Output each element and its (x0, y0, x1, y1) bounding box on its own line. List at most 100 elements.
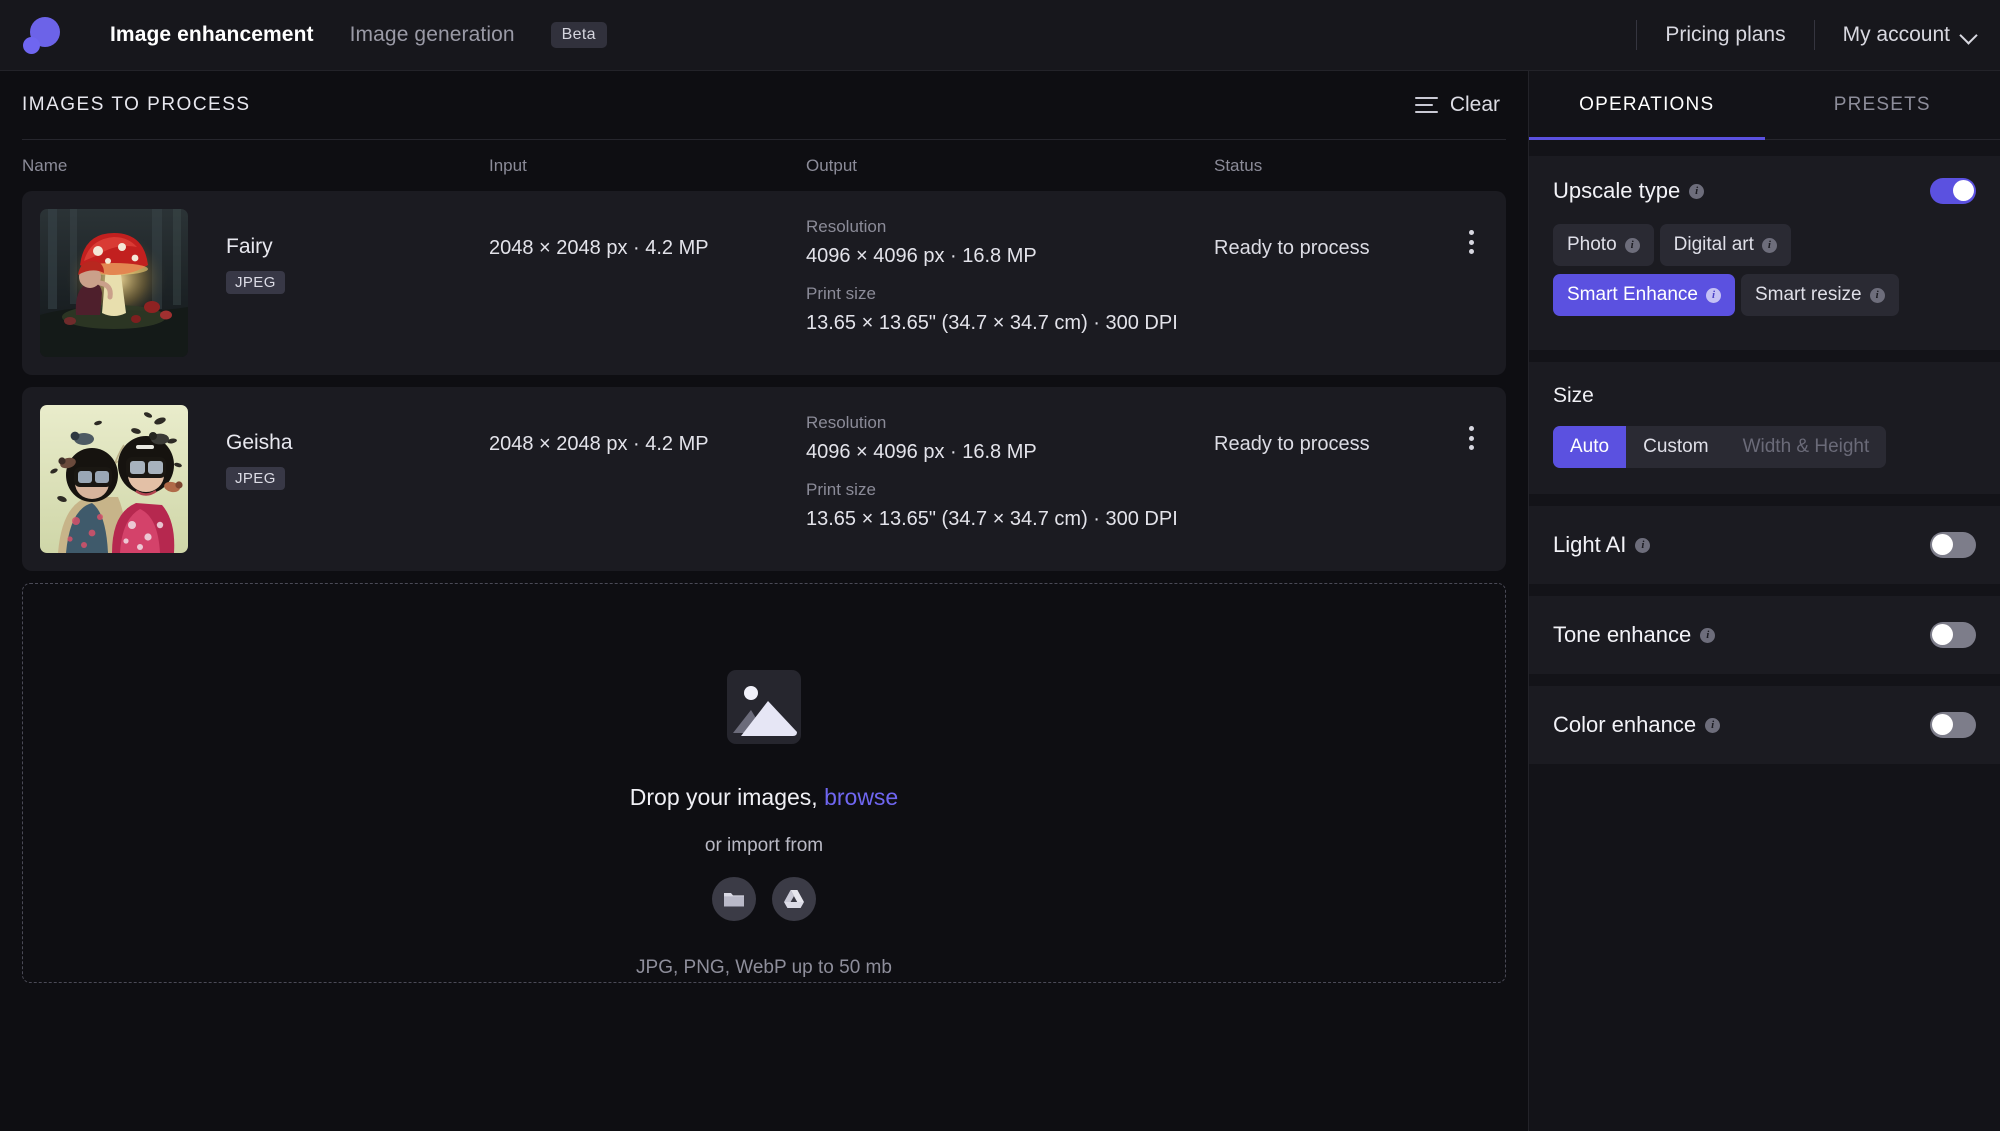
tab-operations[interactable]: OPERATIONS (1529, 71, 1765, 140)
row-more-options-icon[interactable] (1458, 227, 1484, 257)
size-card: Size Auto Custom Width & Height (1529, 362, 2000, 494)
light-ai-toggle[interactable] (1930, 532, 1976, 558)
toggle-knob (1932, 534, 1954, 556)
row-input-info: 2048 × 2048 px · 4.2 MP (489, 237, 709, 259)
info-icon[interactable]: i (1624, 237, 1640, 253)
upscale-type-label: Upscale type (1553, 178, 1681, 203)
header-right-group: Pricing plans My account (1608, 20, 1976, 50)
row-input-info: 2048 × 2048 px · 4.2 MP (489, 433, 709, 455)
pricing-plans-link[interactable]: Pricing plans (1665, 23, 1785, 47)
header-divider-1 (1636, 20, 1638, 50)
column-header-status: Status (1214, 155, 1263, 175)
nav-image-enhancement[interactable]: Image enhancement (110, 23, 314, 47)
toggle-knob (1932, 624, 1954, 646)
status-badge: Ready to process (1214, 237, 1370, 259)
row-format-badge: JPEG (226, 467, 285, 490)
logo-circle-small (23, 37, 40, 54)
info-icon[interactable]: i (1705, 287, 1721, 303)
dropzone-import-buttons (712, 877, 816, 921)
info-icon[interactable]: i (1689, 183, 1705, 199)
geisha-vr-thumbnail (40, 405, 188, 553)
tone-enhance-toggle[interactable] (1930, 622, 1976, 648)
upscale-type-row-1: Photo i Digital art i (1553, 224, 1976, 266)
import-from-google-drive-button[interactable] (772, 877, 816, 921)
row-thumbnail-geisha[interactable] (40, 405, 188, 553)
nav-image-generation[interactable]: Image generation (350, 23, 515, 47)
dropzone-import-label: or import from (704, 835, 824, 856)
upscale-type-row-2: Smart Enhance i Smart resize i (1553, 274, 1976, 316)
row-print-size-group: Print size 13.65 × 13.65" (34.7 × 34.7 c… (806, 284, 1178, 335)
toggle-knob (1952, 180, 1974, 202)
row-more-options-icon[interactable] (1458, 423, 1484, 453)
upscale-type-header: Upscale type i (1553, 178, 1976, 204)
top-header: Image enhancement Image generation Beta … (0, 0, 2000, 71)
status-badge: Ready to process (1214, 433, 1370, 455)
color-enhance-label: Color enhance (1553, 712, 1697, 737)
info-icon[interactable]: i (1700, 627, 1716, 643)
clear-list-icon (1414, 97, 1438, 113)
upscale-type-card: Upscale type i Photo i Digital art i Sma… (1529, 156, 2000, 350)
row-output-cell: Resolution 4096 × 4096 px · 16.8 MP Prin… (806, 217, 1178, 351)
size-segmented-control: Auto Custom Width & Height (1553, 426, 1887, 468)
upscale-option-smart-enhance-label: Smart Enhance (1567, 284, 1698, 305)
light-ai-card: Light AI i (1529, 506, 2000, 584)
my-account-label: My account (1842, 23, 1950, 46)
column-header-input: Input (489, 155, 527, 175)
dropzone-primary-text: Drop your images, browse (630, 784, 898, 811)
row-print-size-value: 13.65 × 13.65" (34.7 × 34.7 cm) · 300 DP… (806, 312, 1178, 334)
size-option-auto[interactable]: Auto (1553, 426, 1627, 468)
color-enhance-title: Color enhance i (1553, 712, 1721, 738)
light-ai-title: Light AI i (1553, 532, 1651, 558)
upscale-option-smart-enhance[interactable]: Smart Enhance i (1553, 274, 1735, 316)
row-format-badge: JPEG (226, 271, 285, 294)
upscale-option-photo[interactable]: Photo i (1553, 224, 1654, 266)
row-thumbnail-fairy[interactable] (40, 209, 188, 357)
logo-icon[interactable] (22, 15, 62, 55)
my-account-menu[interactable]: My account (1843, 23, 1976, 47)
info-icon[interactable]: i (1869, 287, 1885, 303)
info-icon[interactable]: i (1705, 717, 1721, 733)
table-row[interactable]: Fairy JPEG 2048 × 2048 px · 4.2 MP Resol… (22, 191, 1506, 375)
color-enhance-header: Color enhance i (1553, 712, 1976, 738)
import-from-folder-button[interactable] (712, 877, 756, 921)
info-icon[interactable]: i (1635, 537, 1651, 553)
upscale-option-smart-resize[interactable]: Smart resize i (1740, 274, 1899, 316)
row-print-size-label: Print size (806, 480, 876, 499)
upscale-option-digital-art[interactable]: Digital art i (1659, 224, 1791, 266)
folder-icon (724, 893, 744, 907)
table-row[interactable]: Geisha JPEG 2048 × 2048 px · 4.2 MP Reso… (22, 387, 1506, 571)
header-divider-2 (1813, 20, 1815, 50)
clear-button[interactable]: Clear (1409, 89, 1506, 121)
upscale-type-title: Upscale type i (1553, 178, 1705, 204)
app-root: Image enhancement Image generation Beta … (0, 0, 2000, 1131)
color-enhance-toggle[interactable] (1930, 712, 1976, 738)
operations-panel: OPERATIONS PRESETS Upscale type i Photo … (1528, 71, 2000, 1131)
chevron-down-icon (1961, 28, 1976, 43)
panel-tabs: OPERATIONS PRESETS (1529, 71, 2000, 140)
table-column-headers: Name Input Output Status (22, 140, 1506, 191)
pricing-plans-label: Pricing plans (1665, 23, 1786, 46)
toggle-knob (1932, 714, 1954, 736)
upscale-option-digital-art-label: Digital art (1673, 234, 1754, 255)
row-resolution-label: Resolution (806, 413, 887, 432)
dropzone-file-note: JPG, PNG, WebP up to 50 mb (636, 957, 892, 978)
column-header-output: Output (806, 155, 858, 175)
tab-presets[interactable]: PRESETS (1765, 71, 2000, 139)
fairy-mushroom-thumbnail (40, 209, 188, 357)
file-dropzone[interactable]: Drop your images, browse or import from (22, 583, 1506, 983)
tone-enhance-card: Tone enhance i (1529, 596, 2000, 674)
info-icon[interactable]: i (1761, 237, 1777, 253)
size-title: Size (1553, 384, 1594, 407)
tone-enhance-header: Tone enhance i (1553, 622, 1976, 648)
upscale-type-toggle[interactable] (1930, 178, 1976, 204)
clear-button-label: Clear (1449, 93, 1500, 116)
row-print-size-label: Print size (806, 284, 876, 303)
upscale-option-photo-label: Photo (1567, 234, 1617, 255)
size-option-custom[interactable]: Custom (1626, 426, 1725, 468)
row-resolution-group: Resolution 4096 × 4096 px · 16.8 MP (806, 413, 1178, 464)
light-ai-header: Light AI i (1553, 532, 1976, 558)
browse-link[interactable]: browse (824, 784, 898, 810)
light-ai-label: Light AI (1553, 532, 1627, 557)
left-panel-header: IMAGES TO PROCESS Clear (22, 71, 1506, 140)
main-body: IMAGES TO PROCESS Clear Name Input Outpu… (0, 71, 2000, 1131)
